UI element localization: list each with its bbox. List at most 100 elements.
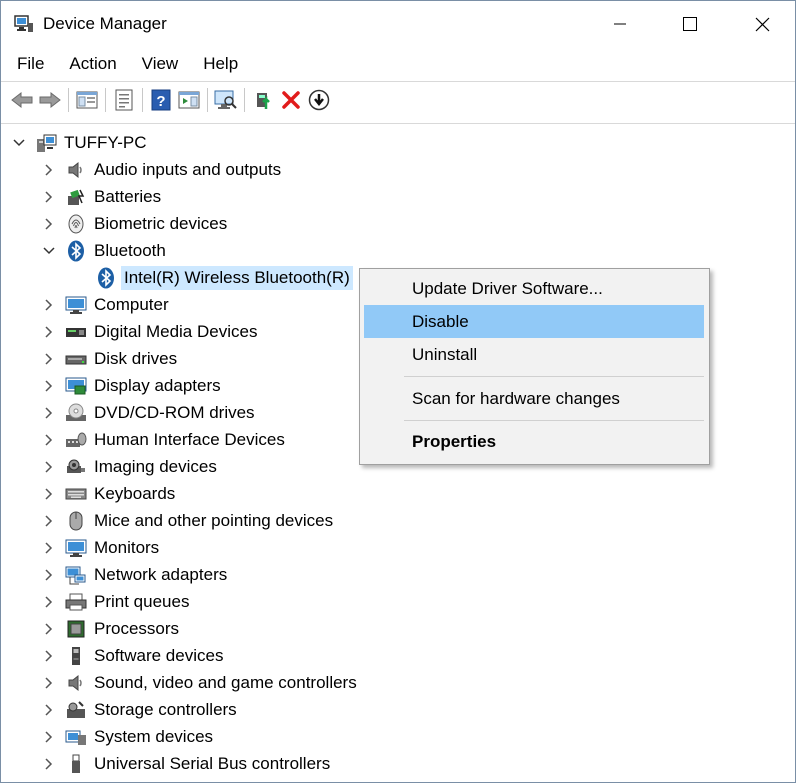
uninstall-device-button[interactable] <box>277 86 305 114</box>
chevron-right-icon[interactable] <box>41 162 57 178</box>
chevron-down-icon[interactable] <box>41 243 57 259</box>
context-menu-update-driver[interactable]: Update Driver Software... <box>364 272 704 305</box>
scan-hardware-button[interactable] <box>212 86 240 114</box>
storage-controller-icon <box>65 699 87 721</box>
tree-category[interactable]: Disk drives <box>41 345 180 372</box>
tree-category-label: Computer <box>94 294 169 314</box>
tree-category[interactable]: Sound, video and game controllers <box>41 669 360 696</box>
tree-category[interactable]: Computer <box>41 291 172 318</box>
tree-category-label: Mice and other pointing devices <box>94 510 334 530</box>
chevron-right-icon[interactable] <box>41 351 57 367</box>
title-bar[interactable]: Device Manager <box>1 1 795 47</box>
show-hide-console-tree-icon <box>76 91 98 109</box>
back-button[interactable] <box>8 86 36 114</box>
divider <box>1 81 795 82</box>
fingerprint-icon <box>65 213 87 235</box>
tree-category[interactable]: Human Interface Devices <box>41 426 288 453</box>
chevron-right-icon[interactable] <box>41 297 57 313</box>
update-driver-button[interactable] <box>249 86 277 114</box>
tree-category-label: Human Interface Devices <box>94 429 285 449</box>
chevron-right-icon[interactable] <box>41 648 57 664</box>
minimize-icon <box>614 23 626 25</box>
context-menu-scan-hardware[interactable]: Scan for hardware changes <box>364 382 704 415</box>
chevron-right-icon[interactable] <box>41 540 57 556</box>
show-hide-console-tree-button[interactable] <box>73 86 101 114</box>
chevron-right-icon[interactable] <box>41 324 57 340</box>
sound-icon <box>65 672 87 694</box>
properties-sheet-icon <box>115 89 133 111</box>
processor-icon <box>65 618 87 640</box>
menu-bar: File Action View Help <box>1 49 795 79</box>
menu-view[interactable]: View <box>134 49 187 79</box>
chevron-right-icon[interactable] <box>41 216 57 232</box>
tree-category[interactable]: System devices <box>41 723 216 750</box>
tree-category[interactable]: Software devices <box>41 642 226 669</box>
tree-category-label: Keyboards <box>94 483 176 503</box>
chevron-down-icon[interactable] <box>11 135 27 151</box>
tree-category[interactable]: Print queues <box>41 588 192 615</box>
bluetooth-icon <box>95 267 117 289</box>
speaker-icon <box>65 159 87 181</box>
context-menu-separator <box>404 376 704 377</box>
tree-category[interactable]: Mice and other pointing devices <box>41 507 336 534</box>
tree-category-label: Monitors <box>94 537 160 557</box>
chevron-right-icon[interactable] <box>41 594 57 610</box>
divider <box>1 123 795 124</box>
tree-category[interactable]: Batteries <box>41 183 164 210</box>
context-menu-disable[interactable]: Disable <box>364 305 704 338</box>
chevron-right-icon[interactable] <box>41 729 57 745</box>
context-menu-uninstall[interactable]: Uninstall <box>364 338 704 371</box>
toolbar-separator <box>244 88 245 112</box>
chevron-right-icon[interactable] <box>41 189 57 205</box>
tree-category[interactable]: Biometric devices <box>41 210 230 237</box>
properties-button[interactable] <box>110 86 138 114</box>
chevron-right-icon[interactable] <box>41 513 57 529</box>
tree-category[interactable]: Display adapters <box>41 372 224 399</box>
tree-category[interactable]: DVD/CD-ROM drives <box>41 399 258 426</box>
tree-category-label: Sound, video and game controllers <box>94 672 357 692</box>
chevron-right-icon[interactable] <box>41 486 57 502</box>
update-driver-icon <box>257 93 270 109</box>
maximize-button[interactable] <box>667 1 713 47</box>
tree-device-item[interactable]: Intel(R) Wireless Bluetooth(R) <box>95 264 353 291</box>
tree-category[interactable]: Bluetooth <box>41 237 169 264</box>
chevron-right-icon[interactable] <box>41 702 57 718</box>
show-action-pane-button[interactable] <box>175 86 203 114</box>
chevron-right-icon[interactable] <box>41 432 57 448</box>
context-menu-separator <box>404 420 704 421</box>
tree-category[interactable]: Monitors <box>41 534 162 561</box>
tree-category[interactable]: Audio inputs and outputs <box>41 156 284 183</box>
chevron-right-icon[interactable] <box>41 675 57 691</box>
minimize-button[interactable] <box>597 1 643 47</box>
forward-button[interactable] <box>36 86 64 114</box>
help-button[interactable]: ? <box>147 86 175 114</box>
menu-file[interactable]: File <box>9 49 52 79</box>
close-button[interactable] <box>739 1 785 47</box>
tree-category[interactable]: Processors <box>41 615 182 642</box>
tree-category[interactable]: Storage controllers <box>41 696 240 723</box>
chevron-right-icon[interactable] <box>41 621 57 637</box>
tree-category-label: Biometric devices <box>94 213 228 233</box>
tree-root[interactable]: TUFFY-PC <box>11 129 150 156</box>
tree-category[interactable]: Imaging devices <box>41 453 220 480</box>
chevron-right-icon[interactable] <box>41 378 57 394</box>
show-action-pane-icon <box>178 91 200 109</box>
chevron-right-icon[interactable] <box>41 567 57 583</box>
tree-category[interactable]: Network adapters <box>41 561 230 588</box>
close-icon <box>755 17 769 31</box>
menu-help[interactable]: Help <box>195 49 246 79</box>
tree-category-label: Network adapters <box>94 564 228 584</box>
menu-action[interactable]: Action <box>61 49 124 79</box>
context-menu: Update Driver Software... Disable Uninst… <box>359 268 710 465</box>
media-device-icon <box>65 321 87 343</box>
chevron-right-icon[interactable] <box>41 405 57 421</box>
context-menu-properties[interactable]: Properties <box>364 425 704 458</box>
disable-device-button[interactable] <box>305 86 333 114</box>
bluetooth-icon <box>65 240 87 262</box>
chevron-right-icon[interactable] <box>41 459 57 475</box>
chevron-right-icon[interactable] <box>41 756 57 772</box>
tree-category[interactable]: Universal Serial Bus controllers <box>41 750 333 777</box>
tree-category[interactable]: Digital Media Devices <box>41 318 260 345</box>
tree-category[interactable]: Keyboards <box>41 480 178 507</box>
tree-category-label: Software devices <box>94 645 224 665</box>
